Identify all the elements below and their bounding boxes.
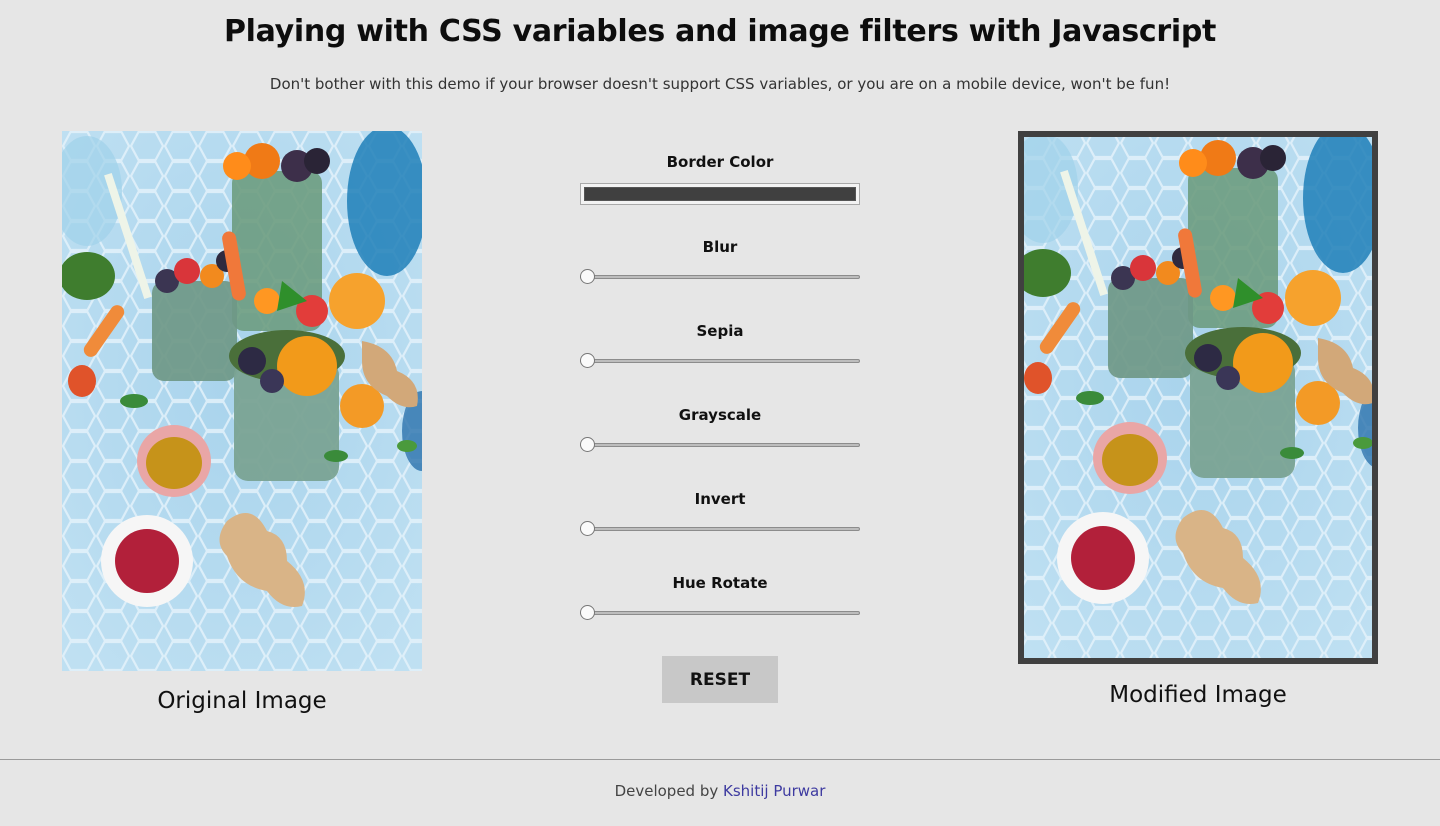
author-link[interactable]: Kshitij Purwar (723, 782, 825, 800)
blur-slider-thumb[interactable] (580, 269, 595, 284)
blur-slider[interactable] (580, 269, 860, 285)
sepia-slider-thumb[interactable] (580, 353, 595, 368)
blur-slider-track (580, 275, 860, 279)
footer: Developed by Kshitij Purwar (0, 782, 1440, 800)
reset-button[interactable]: RESET (662, 656, 778, 703)
grayscale-slider-thumb[interactable] (580, 437, 595, 452)
page-title: Playing with CSS variables and image fil… (223, 14, 1217, 49)
hue-rotate-slider-track (580, 611, 860, 615)
grayscale-label: Grayscale (678, 406, 762, 424)
hue-rotate-label: Hue Rotate (672, 574, 768, 592)
grayscale-slider[interactable] (580, 437, 860, 453)
invert-slider-track (580, 527, 860, 531)
sepia-slider-track (580, 359, 860, 363)
original-image-caption: Original Image (157, 688, 327, 714)
sepia-slider[interactable] (580, 353, 860, 369)
hue-rotate-slider-thumb[interactable] (580, 605, 595, 620)
invert-label: Invert (694, 490, 746, 508)
footer-divider (0, 759, 1440, 760)
sepia-label: Sepia (696, 322, 744, 340)
grayscale-slider-track (580, 443, 860, 447)
invert-slider[interactable] (580, 521, 860, 537)
modified-image-graphic (1024, 137, 1372, 658)
modified-image (1024, 137, 1372, 658)
border-color-input[interactable] (580, 183, 860, 205)
border-color-swatch (584, 187, 856, 201)
page-subtitle: Don't bother with this demo if your brow… (269, 75, 1171, 93)
modified-image-frame (1018, 131, 1378, 664)
modified-image-caption: Modified Image (1109, 682, 1287, 708)
hue-rotate-slider[interactable] (580, 605, 860, 621)
footer-prefix: Developed by (614, 782, 719, 800)
invert-slider-thumb[interactable] (580, 521, 595, 536)
blur-label: Blur (702, 238, 738, 256)
border-color-label: Border Color (666, 153, 774, 171)
original-image (62, 131, 422, 671)
original-image-graphic (62, 131, 422, 671)
